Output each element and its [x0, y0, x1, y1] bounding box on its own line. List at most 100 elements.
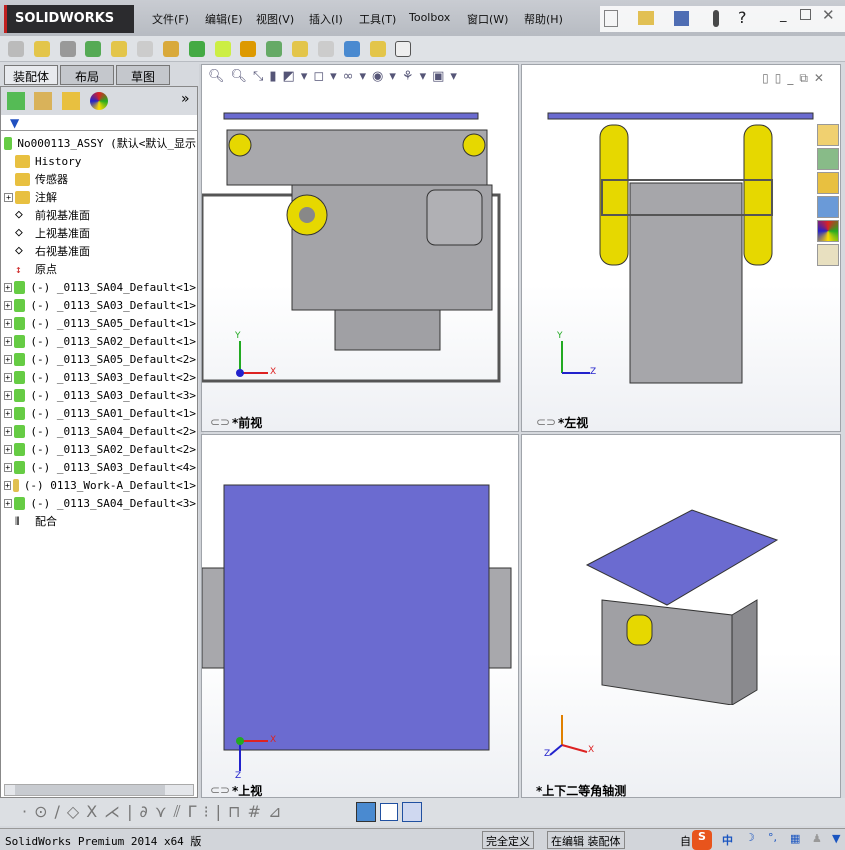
- expand-icon[interactable]: +: [4, 282, 12, 292]
- tree-item[interactable]: + (-) _0113_SA04_Default<3>: [4, 494, 196, 512]
- assembly-features-icon[interactable]: [188, 41, 205, 57]
- four-view-icon[interactable]: [402, 802, 422, 822]
- scrollbar-thumb[interactable]: [15, 785, 165, 795]
- save-icon[interactable]: [674, 11, 689, 26]
- display-manager-icon[interactable]: [90, 92, 108, 110]
- expand-icon[interactable]: +: [4, 372, 12, 382]
- toolbar-button-icon[interactable]: [8, 41, 24, 57]
- expand-icon[interactable]: +: [4, 408, 12, 418]
- tree-item[interactable]: ◇ 上视基准面: [4, 224, 196, 242]
- explode-line-icon[interactable]: [317, 41, 334, 57]
- horizontal-scrollbar[interactable]: [4, 784, 194, 796]
- expand-icon[interactable]: +: [4, 192, 13, 202]
- expand-icon[interactable]: +: [4, 318, 12, 328]
- new-motion-study-icon[interactable]: [240, 41, 257, 57]
- tree-item[interactable]: ⫴ 配合: [4, 512, 196, 530]
- insert-component-icon[interactable]: [33, 41, 50, 57]
- tree-item[interactable]: + (-) _0113_SA05_Default<1>: [4, 314, 196, 332]
- appearances-icon[interactable]: [817, 220, 839, 242]
- tree-item[interactable]: ◇ 右视基准面: [4, 242, 196, 260]
- open-icon[interactable]: [638, 11, 654, 25]
- tree-item[interactable]: + (-) _0113_SA05_Default<2>: [4, 350, 196, 368]
- interference-icon[interactable]: [369, 41, 386, 57]
- move-component-icon[interactable]: [137, 41, 154, 57]
- sketch-tools[interactable]: ·⊙/◇X⋌|∂⋎⫽Γ⁝|⊓#⊿: [22, 802, 288, 822]
- skin-icon[interactable]: ▼: [832, 832, 840, 845]
- expand-icon[interactable]: +: [4, 336, 12, 346]
- reference-geometry-icon[interactable]: [214, 41, 231, 57]
- tree-item[interactable]: ◇ 前视基准面: [4, 206, 196, 224]
- expand-icon[interactable]: +: [4, 354, 12, 364]
- viewport-left[interactable]: ▯▯_⧉✕ Y Z ⊂⊃ *左视: [521, 64, 841, 432]
- tab-layout[interactable]: 布局: [60, 65, 114, 85]
- new-file-icon[interactable]: [604, 10, 618, 27]
- bill-of-materials-icon[interactable]: [266, 41, 283, 57]
- punctuation-icon[interactable]: °,: [768, 831, 777, 844]
- property-manager-icon[interactable]: [34, 92, 52, 110]
- viewport-window-controls[interactable]: ▯▯_⧉✕: [762, 71, 830, 86]
- tree-item[interactable]: + (-) _0113_SA02_Default<2>: [4, 440, 196, 458]
- expand-icon[interactable]: +: [4, 462, 12, 472]
- keyboard-icon[interactable]: ▦: [790, 832, 800, 845]
- expand-icon[interactable]: +: [4, 300, 12, 310]
- tree-item[interactable]: + (-) _0113_SA03_Default<1>: [4, 296, 196, 314]
- viewport-isometric[interactable]: X Z *上下二等角轴测: [521, 434, 841, 798]
- single-view-icon[interactable]: [380, 803, 398, 821]
- menu-tools[interactable]: 工具(T): [359, 11, 396, 27]
- maximize-button[interactable]: [800, 9, 811, 20]
- design-library-icon[interactable]: [817, 148, 839, 170]
- tree-item[interactable]: + (-) _0113_SA03_Default<3>: [4, 386, 196, 404]
- expand-icon[interactable]: +: [4, 480, 11, 490]
- ime-mode[interactable]: 中: [722, 832, 733, 848]
- menu-toolbox[interactable]: Toolbox: [409, 11, 450, 24]
- minimize-button[interactable]: _: [780, 8, 787, 23]
- heads-up-view-toolbar[interactable]: 🔍︎🔍︎⤡▮◩▾◻▾∞▾◉▾⚘▾▣▾: [208, 69, 463, 84]
- moon-icon[interactable]: ☽: [745, 831, 755, 844]
- tree-item[interactable]: + (-) _0113_SA02_Default<1>: [4, 332, 196, 350]
- rebuild-icon[interactable]: [713, 10, 719, 27]
- viewport-top[interactable]: X Z ⊂⊃ *上视: [201, 434, 519, 798]
- filter-icon[interactable]: ▼: [10, 116, 19, 130]
- tab-sketch[interactable]: 草图: [116, 65, 170, 85]
- close-button[interactable]: ✕: [822, 6, 835, 24]
- tree-item[interactable]: History: [4, 152, 196, 170]
- mate-icon[interactable]: [59, 41, 76, 57]
- expand-icon[interactable]: +: [4, 390, 12, 400]
- tree-item[interactable]: + 注解: [4, 188, 196, 206]
- home-icon[interactable]: [817, 124, 839, 146]
- file-explorer-icon[interactable]: [817, 172, 839, 194]
- sogou-ime-icon[interactable]: S: [692, 830, 712, 850]
- tree-item[interactable]: ↕ 原点: [4, 260, 196, 278]
- tree-root[interactable]: No000113_ASSY (默认<默认_显示: [4, 134, 196, 152]
- instant3d-icon[interactable]: [343, 41, 360, 57]
- tree-item[interactable]: + (-) _0113_SA04_Default<1>: [4, 278, 196, 296]
- configuration-manager-icon[interactable]: [62, 92, 80, 110]
- viewport-front[interactable]: 🔍︎🔍︎⤡▮◩▾◻▾∞▾◉▾⚘▾▣▾ Y X ⊂⊃ *前视: [201, 64, 519, 432]
- snapshot-icon[interactable]: [395, 41, 412, 57]
- tree-item[interactable]: + (-) _0113_SA01_Default<1>: [4, 404, 196, 422]
- tree-item[interactable]: + (-) 0113_Work-A_Default<1>: [4, 476, 196, 494]
- expand-icon[interactable]: +: [4, 444, 12, 454]
- tree-item[interactable]: + (-) _0113_SA03_Default<2>: [4, 368, 196, 386]
- menu-file[interactable]: 文件(F): [152, 11, 189, 27]
- feature-manager-icon[interactable]: [7, 92, 25, 110]
- show-hidden-icon[interactable]: [162, 41, 179, 57]
- tree-item[interactable]: + (-) _0113_SA04_Default<2>: [4, 422, 196, 440]
- user-icon[interactable]: ♟: [812, 832, 822, 845]
- expand-icon[interactable]: +: [4, 426, 12, 436]
- expand-icon[interactable]: +: [4, 498, 12, 508]
- menu-help[interactable]: 帮助(H): [524, 11, 563, 27]
- menu-view[interactable]: 视图(V): [256, 11, 294, 27]
- custom-properties-icon[interactable]: [817, 244, 839, 266]
- pattern-icon[interactable]: [85, 41, 102, 57]
- tab-assembly[interactable]: 装配体: [4, 65, 58, 85]
- shaded-view-icon[interactable]: [356, 802, 376, 822]
- tree-item[interactable]: 传感器: [4, 170, 196, 188]
- expand-chevron-icon[interactable]: »: [181, 91, 190, 107]
- tree-item[interactable]: + (-) _0113_SA03_Default<4>: [4, 458, 196, 476]
- help-icon[interactable]: ?: [738, 8, 747, 27]
- menu-edit[interactable]: 编辑(E): [205, 11, 243, 27]
- menu-window[interactable]: 窗口(W): [467, 11, 508, 27]
- view-palette-icon[interactable]: [817, 196, 839, 218]
- exploded-view-icon[interactable]: [292, 41, 309, 57]
